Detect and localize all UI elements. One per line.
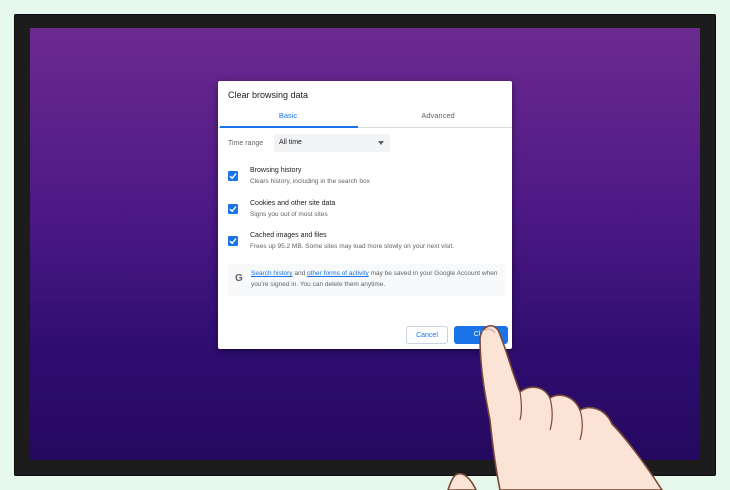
option-cookies: Cookies and other site data Signs you ou… xyxy=(228,200,508,226)
search-history-link[interactable]: Search history xyxy=(251,270,293,277)
checkmark-icon xyxy=(229,238,237,245)
cookies-checkbox[interactable] xyxy=(228,204,238,214)
option-browsing-history: Browsing history Clears history, includi… xyxy=(228,167,508,193)
option-cached-images: Cached images and files Frees up 95.2 MB… xyxy=(228,232,508,258)
google-account-info-box: G Search history and other forms of acti… xyxy=(228,264,505,296)
clear-data-button[interactable]: Clea xyxy=(454,326,508,344)
option-title: Browsing history xyxy=(250,167,302,174)
google-g-icon: G xyxy=(235,273,243,284)
checkmark-icon xyxy=(229,173,237,180)
info-and-text: and xyxy=(292,270,308,277)
checkmark-icon xyxy=(229,206,237,213)
monitor-screen: Clear browsing data Basic Advanced Time … xyxy=(30,28,700,460)
tab-basic[interactable]: Basic xyxy=(218,105,358,127)
other-activity-link[interactable]: other forms of activity xyxy=(307,270,369,277)
dialog-tabs: Basic Advanced xyxy=(218,105,512,128)
cancel-button[interactable]: Cancel xyxy=(406,326,448,344)
cached-images-checkbox[interactable] xyxy=(228,236,238,246)
option-description: Clears history, including in the search … xyxy=(250,178,370,185)
option-description: Signs you out of most sites xyxy=(250,211,328,218)
browsing-history-checkbox[interactable] xyxy=(228,171,238,181)
info-text: Search history and other forms of activi… xyxy=(251,268,499,290)
time-range-label: Time range xyxy=(228,140,264,147)
option-title: Cached images and files xyxy=(250,232,327,239)
chevron-down-icon xyxy=(378,141,384,145)
tab-advanced[interactable]: Advanced xyxy=(368,105,508,127)
active-tab-indicator xyxy=(220,126,358,128)
dialog-title: Clear browsing data xyxy=(228,90,309,100)
time-range-select[interactable]: All time xyxy=(274,134,390,152)
time-range-value: All time xyxy=(279,139,302,146)
option-title: Cookies and other site data xyxy=(250,200,336,207)
option-description: Frees up 95.2 MB. Some sites may load mo… xyxy=(250,243,455,250)
clear-browsing-data-dialog: Clear browsing data Basic Advanced Time … xyxy=(218,81,512,349)
